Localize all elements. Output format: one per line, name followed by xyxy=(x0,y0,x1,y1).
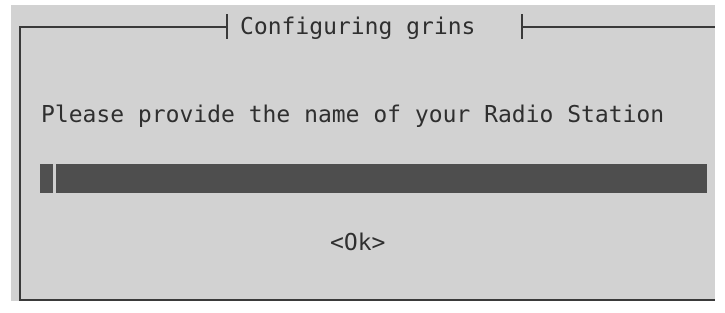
ok-button[interactable]: <Ok> xyxy=(330,228,394,258)
dialog-frame-top-right xyxy=(521,26,715,28)
radio-station-prompt: Please provide the name of your Radio St… xyxy=(41,102,665,128)
dialog-frame-left xyxy=(19,26,21,301)
title-right-tick xyxy=(521,14,523,39)
title-left-tick xyxy=(226,14,228,39)
text-cursor xyxy=(40,164,56,193)
radio-station-name-input[interactable] xyxy=(40,164,707,193)
configuration-dialog: Configuring grins Please provide the nam… xyxy=(11,5,715,301)
dialog-frame-top-left xyxy=(19,26,228,28)
dialog-title: Configuring grins xyxy=(240,14,476,40)
dialog-frame-bottom xyxy=(19,299,715,301)
terminal-screen: Configuring grins Please provide the nam… xyxy=(0,0,725,313)
